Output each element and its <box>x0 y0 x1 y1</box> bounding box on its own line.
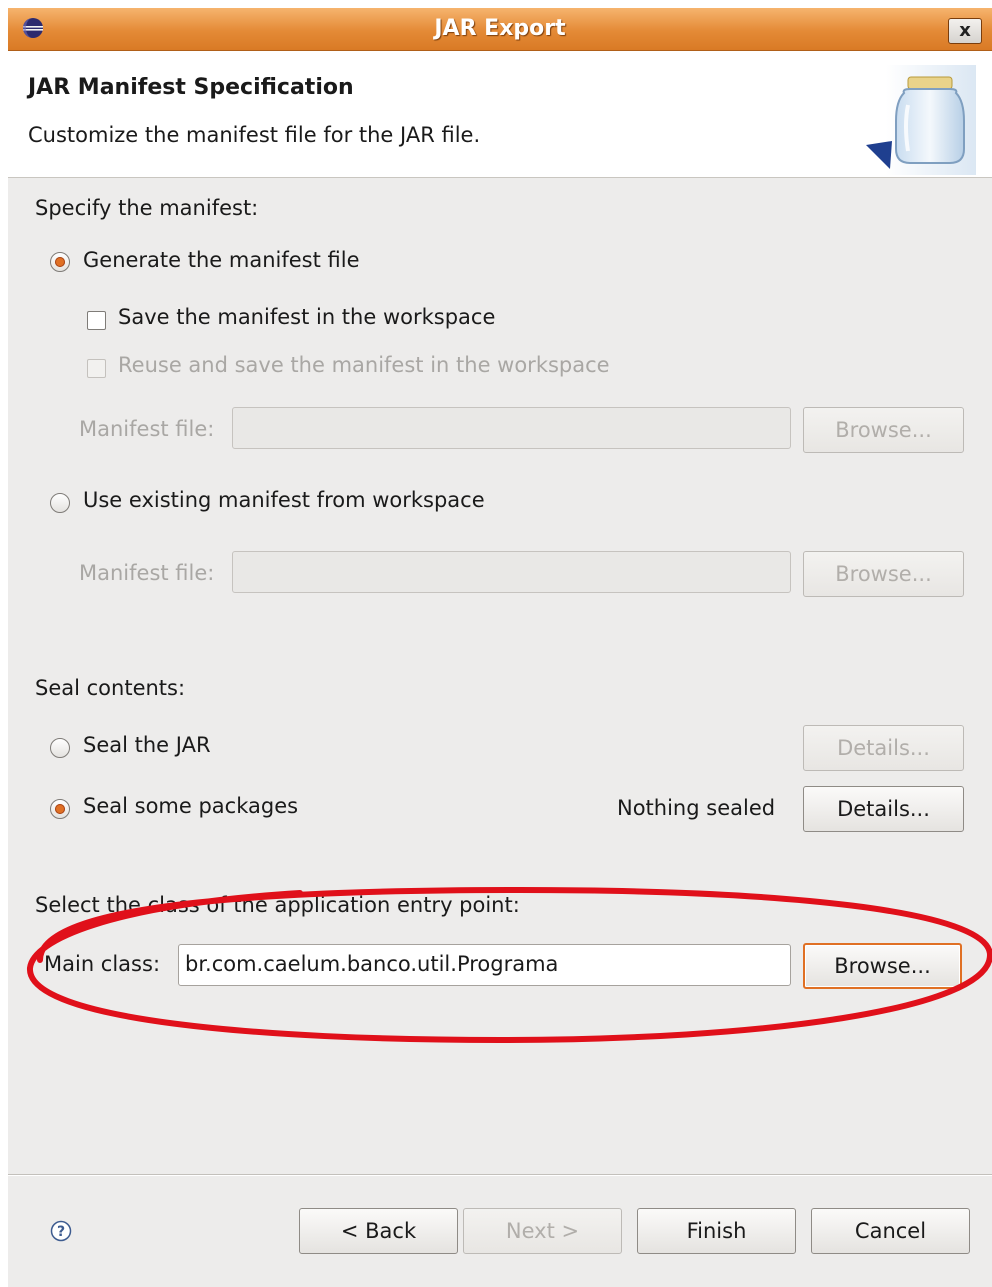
seal-packages-radio[interactable] <box>50 799 70 819</box>
cancel-button[interactable]: Cancel <box>811 1208 970 1254</box>
manifest-section-label: Specify the manifest: <box>35 196 259 220</box>
generate-manifest-label[interactable]: Generate the manifest file <box>83 248 360 272</box>
reuse-manifest-label: Reuse and save the manifest in the works… <box>118 353 610 377</box>
seal-jar-details-button[interactable]: Details... <box>803 725 964 771</box>
main-class-input[interactable]: br.com.caelum.banco.util.Programa <box>178 944 791 986</box>
existing-manifest-radio[interactable] <box>50 493 70 513</box>
svg-text:?: ? <box>57 1224 65 1240</box>
save-manifest-label[interactable]: Save the manifest in the workspace <box>118 305 495 329</box>
close-button[interactable]: x <box>948 18 982 44</box>
window-title: JAR Export <box>434 16 566 41</box>
seal-section-label: Seal contents: <box>35 676 186 700</box>
next-button[interactable]: Next > <box>463 1208 622 1254</box>
seal-status-text: Nothing sealed <box>617 796 776 820</box>
save-manifest-checkbox[interactable] <box>87 311 106 330</box>
finish-button[interactable]: Finish <box>637 1208 796 1254</box>
page-description: Customize the manifest file for the JAR … <box>28 123 481 147</box>
manifest-file-input[interactable] <box>232 407 791 449</box>
manifest-file-label: Manifest file: <box>79 417 215 441</box>
existing-manifest-label[interactable]: Use existing manifest from workspace <box>83 488 485 512</box>
jar-icon <box>866 65 976 175</box>
seal-packages-label[interactable]: Seal some packages <box>83 794 298 818</box>
generate-manifest-radio[interactable] <box>50 252 70 272</box>
jar-export-dialog: JAR Export x JAR Manifest Specification … <box>8 8 992 1287</box>
back-button[interactable]: < Back <box>299 1208 458 1254</box>
entry-point-section-label: Select the class of the application entr… <box>35 893 520 917</box>
reuse-manifest-checkbox[interactable] <box>87 359 106 378</box>
existing-manifest-file-label: Manifest file: <box>79 561 215 585</box>
existing-manifest-file-input[interactable] <box>232 551 791 593</box>
footer-separator <box>8 1174 992 1176</box>
page-title: JAR Manifest Specification <box>28 75 354 100</box>
existing-manifest-browse-button[interactable]: Browse... <box>803 551 964 597</box>
seal-jar-radio[interactable] <box>50 738 70 758</box>
title-bar[interactable]: JAR Export x <box>8 8 992 51</box>
seal-packages-details-button[interactable]: Details... <box>803 786 964 832</box>
main-class-label: Main class: <box>44 952 161 976</box>
manifest-browse-button[interactable]: Browse... <box>803 407 964 453</box>
main-class-browse-button[interactable]: Browse... <box>803 943 962 989</box>
close-icon: x <box>959 20 971 41</box>
wizard-banner: JAR Manifest Specification Customize the… <box>8 51 992 178</box>
seal-jar-label[interactable]: Seal the JAR <box>83 733 211 757</box>
help-icon[interactable]: ? <box>50 1220 72 1242</box>
